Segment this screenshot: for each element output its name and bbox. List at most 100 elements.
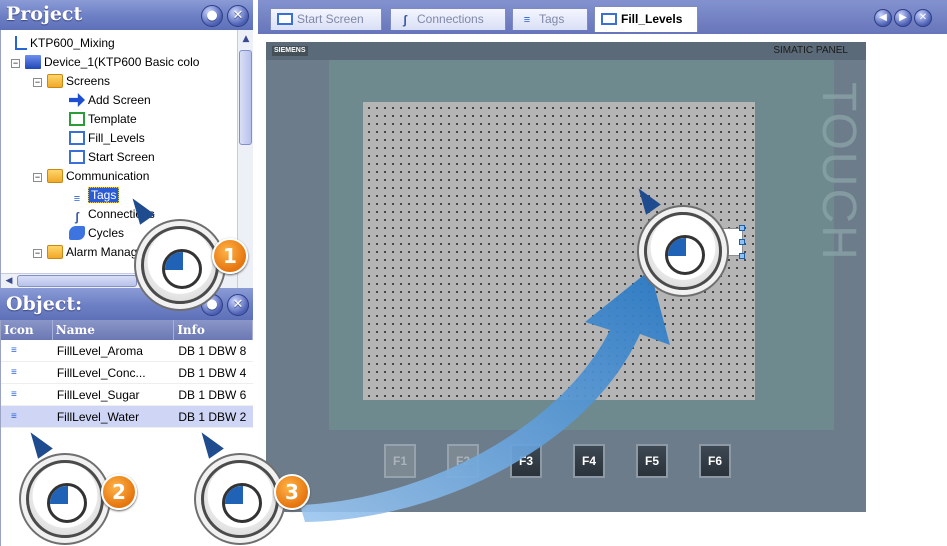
tab-label: Fill_Levels <box>621 12 683 26</box>
collapse-icon[interactable]: − <box>33 78 42 87</box>
object-info: DB 1 DBW 6 <box>178 388 247 402</box>
tree-item-device[interactable]: Device_1(KTP600 Basic colo <box>25 53 199 72</box>
object-info: DB 1 DBW 2 <box>178 410 247 424</box>
tab-connections[interactable]: ʃ Connections <box>390 8 506 30</box>
function-key-f4[interactable]: F4 <box>573 444 605 478</box>
project-panel-header: Project ● ✕ <box>0 0 253 30</box>
object-panel-title: Object: <box>6 293 83 315</box>
folder-icon <box>47 245 63 259</box>
object-name: FillLevel_Aroma <box>56 344 143 358</box>
device-top-strip: SIEMENS SIMATIC PANEL <box>266 42 866 60</box>
tree-item-label: Template <box>88 112 137 126</box>
tab-tags[interactable]: ≡ Tags <box>512 8 588 30</box>
device-icon <box>25 55 41 69</box>
scroll-thumb[interactable] <box>239 50 252 145</box>
mouse-click-icon <box>201 460 279 538</box>
tree-item-project[interactable]: KTP600_Mixing <box>15 34 115 53</box>
previous-tab-icon[interactable]: ◀ <box>874 9 892 27</box>
screen-editor: SIEMENS SIMATIC PANEL TOUCH 000.000 F1 F… <box>258 34 947 546</box>
tag-icon: ≡ <box>11 367 17 378</box>
tree-item-label: Device_1(KTP600 Basic colo <box>44 55 200 69</box>
tree-item-label: Cycles <box>88 226 125 240</box>
tag-icon: ≡ <box>11 345 17 356</box>
function-key-f2[interactable]: F2 <box>447 444 479 478</box>
screen-icon <box>69 131 85 145</box>
tree-item-label: KTP600_Mixing <box>30 36 115 50</box>
collapse-icon[interactable]: − <box>11 59 20 68</box>
tags-icon: ≡ <box>523 14 531 26</box>
tree-item-label: Add Screen <box>88 93 151 107</box>
tree-item-label: Communication <box>66 169 150 183</box>
tab-label: Start Screen <box>297 12 364 26</box>
pin-icon[interactable]: ● <box>201 294 223 316</box>
function-key-f1[interactable]: F1 <box>384 444 416 478</box>
resize-handle[interactable] <box>739 225 745 231</box>
tree-item-label: Fill_Levels <box>88 131 145 145</box>
object-info: DB 1 DBW 8 <box>178 344 247 358</box>
step-badge-1: 1 <box>212 238 248 274</box>
tree-item-template[interactable]: Template <box>69 110 137 129</box>
tab-fill-levels[interactable]: Fill_Levels <box>594 6 698 32</box>
model-label: SIMATIC PANEL <box>773 45 848 56</box>
step-badge-3: 3 <box>274 474 310 510</box>
tab-label: Tags <box>539 12 565 26</box>
tree-item-add-screen[interactable]: Add Screen <box>69 91 151 110</box>
scroll-up-icon[interactable]: ▲ <box>239 32 253 46</box>
object-row-fill-level-sugar[interactable]: ≡ FillLevel_Sugar DB 1 DBW 6 <box>1 384 253 406</box>
screen-icon <box>69 150 85 164</box>
close-tab-icon[interactable]: ✕ <box>914 9 932 27</box>
function-key-f5[interactable]: F5 <box>636 444 668 478</box>
screen-icon <box>277 13 293 25</box>
object-row-fill-level-conc[interactable]: ≡ FillLevel_Conc... DB 1 DBW 4 <box>1 362 253 384</box>
project-icon <box>15 36 27 50</box>
tab-label: Connections <box>417 12 484 26</box>
tree-item-label: Screens <box>66 74 111 88</box>
add-screen-icon <box>69 93 85 107</box>
tag-icon: ≡ <box>11 389 17 400</box>
next-tab-icon[interactable]: ▶ <box>894 9 912 27</box>
object-name: FillLevel_Conc... <box>56 366 146 380</box>
object-name: FillLevel_Sugar <box>56 388 140 402</box>
close-icon[interactable]: ✕ <box>227 5 249 27</box>
column-header-info[interactable]: Info <box>174 320 253 340</box>
tree-item-fill-levels[interactable]: Fill_Levels <box>69 129 145 148</box>
function-key-f3[interactable]: F3 <box>510 444 542 478</box>
column-header-name[interactable]: Name <box>53 320 175 340</box>
connections-icon: ʃ <box>75 210 79 224</box>
collapse-icon[interactable]: − <box>33 173 42 182</box>
tree-item-cycles[interactable]: Cycles <box>69 224 124 243</box>
tree-item-tags[interactable]: ≡ Tags <box>69 186 120 205</box>
tag-icon: ≡ <box>11 411 17 422</box>
editor-tab-bar: Start Screen ʃ Connections ≡ Tags Fill_Lev… <box>258 0 947 34</box>
screen-icon <box>69 112 85 126</box>
brand-label: SIEMENS <box>272 46 308 56</box>
pin-icon[interactable]: ● <box>201 5 223 27</box>
tree-item-label: Start Screen <box>88 150 155 164</box>
scroll-left-icon[interactable]: ◀ <box>2 274 16 288</box>
tree-item-start-screen[interactable]: Start Screen <box>69 148 155 167</box>
folder-icon <box>47 169 63 183</box>
tree-item-screens[interactable]: Screens <box>47 72 110 91</box>
object-name: FillLevel_Water <box>56 410 140 424</box>
mouse-click-icon <box>26 460 104 538</box>
close-icon[interactable]: ✕ <box>227 294 249 316</box>
column-header-icon[interactable]: Icon <box>1 320 53 340</box>
tree-item-communication[interactable]: Communication <box>47 167 149 186</box>
tab-start-screen[interactable]: Start Screen <box>270 8 382 30</box>
object-info: DB 1 DBW 4 <box>178 366 247 380</box>
function-key-f6[interactable]: F6 <box>699 444 731 478</box>
object-row-fill-level-aroma[interactable]: ≡ FillLevel_Aroma DB 1 DBW 8 <box>1 340 253 362</box>
object-list-header: Icon Name Info <box>1 320 253 340</box>
mouse-drop-icon <box>644 212 722 290</box>
folder-icon <box>47 74 63 88</box>
cycles-icon <box>69 226 85 240</box>
object-row-fill-level-water[interactable]: ≡ FillLevel_Water DB 1 DBW 2 <box>1 406 253 428</box>
resize-handle[interactable] <box>739 253 745 259</box>
tags-icon: ≡ <box>73 193 81 205</box>
touch-label: TOUCH <box>812 82 865 262</box>
project-panel-title: Project <box>6 3 83 25</box>
screen-icon <box>601 13 617 25</box>
expand-icon[interactable]: − <box>33 249 42 258</box>
resize-handle[interactable] <box>739 239 745 245</box>
scroll-thumb[interactable] <box>17 275 137 287</box>
